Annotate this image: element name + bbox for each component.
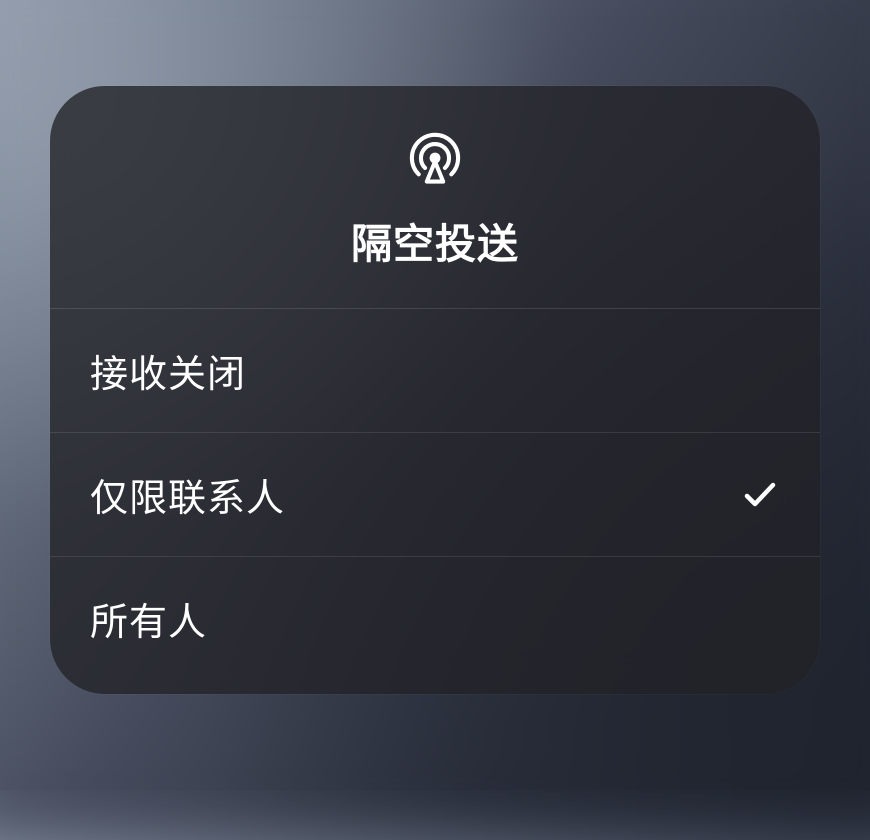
option-everyone[interactable]: 所有人 bbox=[50, 557, 820, 694]
airdrop-icon bbox=[405, 128, 465, 188]
option-label: 接收关闭 bbox=[90, 343, 246, 398]
option-contacts-only[interactable]: 仅限联系人 bbox=[50, 433, 820, 557]
panel-header: 隔空投送 bbox=[50, 86, 820, 309]
option-label: 仅限联系人 bbox=[90, 467, 285, 522]
checkmark-icon bbox=[740, 475, 780, 515]
option-receiving-off[interactable]: 接收关闭 bbox=[50, 309, 820, 433]
airdrop-settings-panel: 隔空投送 接收关闭 仅限联系人 所有人 bbox=[50, 86, 820, 694]
panel-title: 隔空投送 bbox=[351, 210, 519, 270]
option-label: 所有人 bbox=[90, 591, 207, 646]
